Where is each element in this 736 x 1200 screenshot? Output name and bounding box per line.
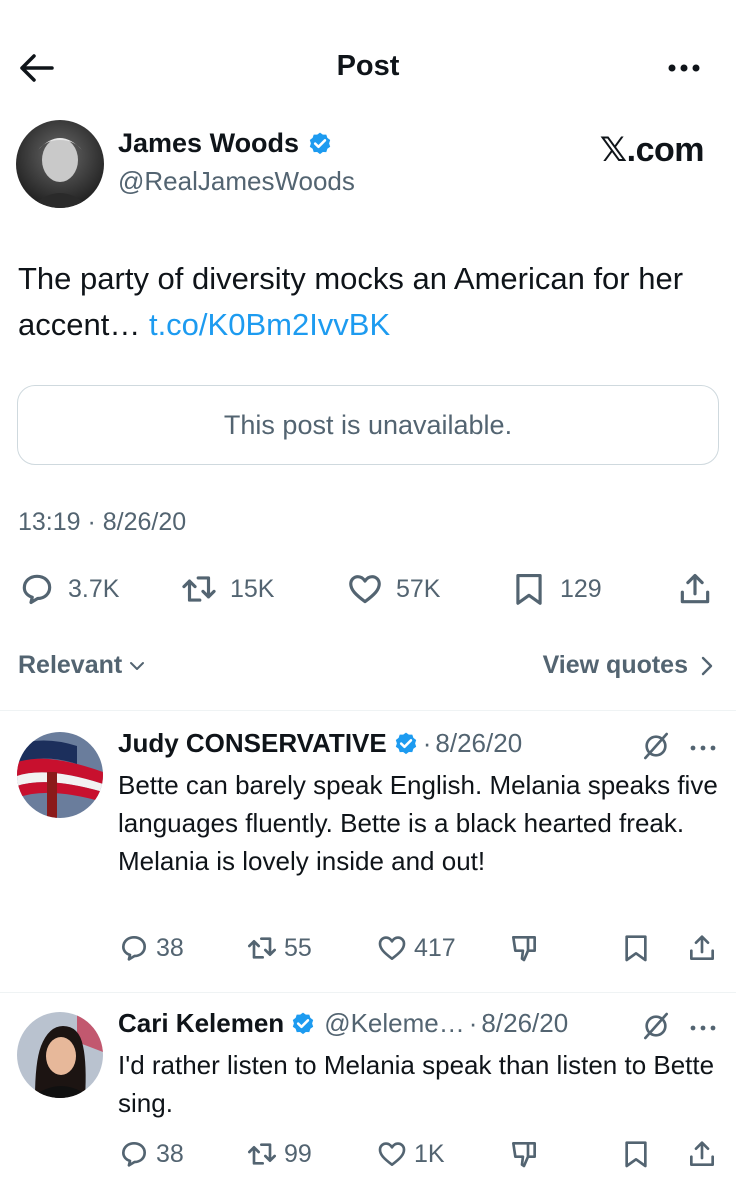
bookmark-icon (516, 573, 542, 605)
reply-header: Judy CONSERVATIVE · 8/26/20 (118, 728, 522, 759)
downvote-icon (512, 1142, 536, 1168)
reply-icon (22, 574, 52, 605)
reply-icon (122, 936, 146, 961)
replies-sort-row: Relevant View quotes (0, 645, 736, 689)
bookmark-count: 129 (560, 574, 602, 603)
like-button[interactable]: 1K (376, 1134, 445, 1174)
reply-text: Bette can barely speak English. Melania … (118, 770, 718, 876)
repost-button[interactable]: 55 (246, 928, 312, 968)
share-icon (690, 1141, 714, 1166)
mute-icon (644, 1012, 668, 1040)
reply-author-name[interactable]: Judy CONSERVATIVE (118, 728, 387, 759)
post-link[interactable]: t.co/K0Bm2IvvBK (149, 307, 390, 342)
author-avatar[interactable] (16, 120, 104, 208)
like-icon (378, 1142, 406, 1166)
reply-button[interactable]: 38 (118, 1134, 184, 1174)
author-name[interactable]: James Woods (118, 128, 333, 159)
reply-item[interactable]: Cari Kelemen @Keleme… · 8/26/20 I'd rath… (0, 1008, 736, 1198)
repost-icon (248, 1143, 276, 1165)
relevant-sort-dropdown[interactable]: Relevant (18, 651, 146, 680)
more-options-button[interactable] (664, 54, 704, 82)
reply-text: I'd rather listen to Melania speak than … (118, 1050, 715, 1118)
author-handle[interactable]: @RealJamesWoods (118, 166, 355, 197)
share-button[interactable] (676, 565, 714, 613)
reply-header: Cari Kelemen @Keleme… · 8/26/20 (118, 1008, 568, 1039)
reply-item[interactable]: Judy CONSERVATIVE · 8/26/20 Bette can ba… (0, 728, 736, 990)
downvote-button[interactable] (508, 928, 540, 968)
chevron-down-icon (130, 661, 145, 670)
reply-date[interactable]: 8/26/20 (481, 1008, 568, 1039)
reply-count-button[interactable]: 3.7K (18, 565, 119, 613)
mute-button[interactable] (640, 1010, 672, 1042)
downvote-button[interactable] (508, 1134, 540, 1174)
reply-author-name[interactable]: Cari Kelemen (118, 1008, 284, 1039)
share-icon (680, 573, 710, 604)
reply-icon (122, 1142, 146, 1167)
downvote-icon (512, 936, 536, 962)
more-icon (690, 1025, 716, 1031)
bookmark-button[interactable] (620, 928, 652, 968)
repost-icon (182, 576, 216, 602)
chevron-right-icon (701, 656, 713, 675)
like-icon (378, 936, 406, 960)
repost-icon (248, 937, 276, 959)
like-count: 57K (396, 574, 441, 603)
x-watermark: 𝕏.com (599, 131, 705, 169)
reply-more-button[interactable] (688, 1018, 718, 1038)
separator-dot: · (468, 1008, 478, 1038)
more-icon (690, 745, 716, 751)
post-body: The party of diversity mocks an American… (18, 256, 718, 348)
bookmark-count-button[interactable]: 129 (510, 565, 602, 613)
more-icon (668, 64, 700, 72)
avatar[interactable] (17, 732, 103, 818)
view-quotes-link[interactable]: View quotes (543, 651, 714, 680)
page-title: Post (336, 50, 400, 82)
avatar[interactable] (17, 1012, 103, 1098)
share-icon (690, 935, 714, 960)
verified-badge-icon (395, 732, 416, 754)
share-button[interactable] (686, 928, 718, 968)
repost-count: 15K (230, 574, 275, 603)
repost-count-button[interactable]: 15K (180, 565, 274, 613)
mute-button[interactable] (640, 730, 672, 762)
separator-dot: · (422, 728, 432, 758)
verified-badge-icon (293, 1012, 314, 1034)
like-icon (349, 575, 381, 604)
divider (0, 710, 736, 711)
bookmark-icon (625, 935, 647, 962)
reply-author-handle[interactable]: @Keleme… (324, 1008, 465, 1039)
reply-button[interactable]: 38 (118, 928, 184, 968)
bookmark-icon (625, 1141, 647, 1168)
mute-icon (644, 732, 668, 760)
top-bar: Post (0, 40, 736, 96)
reply-date[interactable]: 8/26/20 (435, 728, 522, 759)
share-button[interactable] (686, 1134, 718, 1174)
reply-actions: 38 55 417 (118, 928, 728, 968)
post-timestamp[interactable]: 13:19 · 8/26/20 (18, 508, 186, 537)
reply-actions: 38 99 1K (118, 1134, 728, 1174)
unavailable-quote-card: This post is unavailable. (17, 385, 719, 465)
divider (0, 992, 736, 993)
bookmark-button[interactable] (620, 1134, 652, 1174)
like-button[interactable]: 417 (376, 928, 456, 968)
like-count-button[interactable]: 57K (346, 565, 440, 613)
post-stats-bar: 3.7K 15K 57K 129 (0, 565, 736, 613)
reply-count: 3.7K (68, 574, 120, 603)
reply-more-button[interactable] (688, 738, 718, 758)
repost-button[interactable]: 99 (246, 1134, 312, 1174)
verified-badge-icon (309, 132, 331, 154)
